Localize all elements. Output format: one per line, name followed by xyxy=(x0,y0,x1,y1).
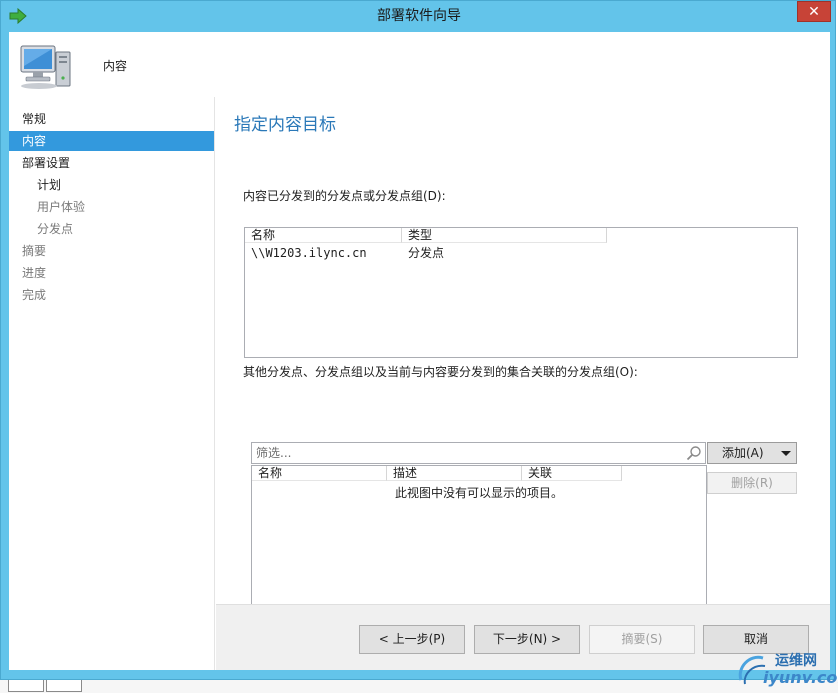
wizard-header: 内容 xyxy=(9,32,830,97)
summary-button[interactable]: 摘要(S) xyxy=(589,625,695,654)
filter-input[interactable] xyxy=(252,443,685,463)
watermark-logo: 运维网 iyunv.com xyxy=(735,648,838,692)
list-header: 名称 类型 xyxy=(245,228,797,244)
sidebar-item-completion[interactable]: 完成 xyxy=(9,285,214,305)
empty-list-message: 此视图中没有可以显示的项目。 xyxy=(394,486,563,500)
column-header-type[interactable]: 类型 xyxy=(402,228,607,243)
search-icon[interactable] xyxy=(686,445,702,461)
wizard-main: 指定内容目标 内容已分发到的分发点或分发点组(D): 名称 类型 \\W1203… xyxy=(216,97,830,605)
sidebar-item-schedule[interactable]: 计划 xyxy=(9,175,214,195)
page-title: 指定内容目标 xyxy=(234,115,336,135)
row-name-cell[interactable]: \\W1203.ilync.cn xyxy=(251,245,367,261)
add-button[interactable]: 添加(A) xyxy=(707,442,797,464)
taskbar-tab[interactable] xyxy=(8,680,44,692)
wizard-client: 内容 常规 内容 部署设置 计划 用户体验 分发点 摘要 进度 完成 指定内容目… xyxy=(9,32,830,670)
distributed-label: 内容已分发到的分发点或分发点组(D): xyxy=(243,189,446,203)
filter-box[interactable] xyxy=(251,442,706,464)
window-title: 部署软件向导 xyxy=(377,8,461,24)
previous-button[interactable]: < 上一步(P) xyxy=(359,625,465,654)
remove-button[interactable]: 删除(R) xyxy=(707,472,797,494)
header-title: 内容 xyxy=(103,59,128,73)
column-header-association[interactable]: 关联 xyxy=(522,466,622,481)
column-header-description[interactable]: 描述 xyxy=(387,466,522,481)
row-type-cell[interactable]: 分发点 xyxy=(408,245,444,261)
sidebar-item-user-experience[interactable]: 用户体验 xyxy=(9,197,214,217)
chevron-down-icon xyxy=(781,451,791,456)
sidebar-item-progress[interactable]: 进度 xyxy=(9,263,214,283)
next-button[interactable]: 下一步(N) > xyxy=(474,625,580,654)
sidebar-item-summary[interactable]: 摘要 xyxy=(9,241,214,261)
watermark-en: iyunv.com xyxy=(763,668,838,687)
sidebar-item-content[interactable]: 内容 xyxy=(9,131,214,151)
sidebar-item-general[interactable]: 常规 xyxy=(9,109,214,129)
computer-icon xyxy=(20,45,71,89)
sidebar-item-deployment-settings[interactable]: 部署设置 xyxy=(9,153,214,173)
wizard-window: 部署软件向导 ✕ 内容 常规 内容 部署设置 计划 用户体验 分发点 摘要 进度… xyxy=(0,0,836,680)
other-label: 其他分发点、分发点组以及当前与内容要分发到的集合关联的分发点组(O): xyxy=(243,365,638,379)
add-button-label: 添加(A) xyxy=(722,446,764,460)
column-header-name[interactable]: 名称 xyxy=(252,466,387,481)
distributed-list[interactable]: 名称 类型 \\W1203.ilync.cn 分发点 xyxy=(244,227,798,358)
close-button[interactable]: ✕ xyxy=(797,1,831,22)
watermark-cn: 运维网 xyxy=(775,653,817,669)
other-list[interactable]: 名称 描述 关联 此视图中没有可以显示的项目。 xyxy=(251,465,707,605)
column-header-name[interactable]: 名称 xyxy=(245,228,402,243)
sidebar-item-distribution-points[interactable]: 分发点 xyxy=(9,219,214,239)
list-header: 名称 描述 关联 xyxy=(252,466,706,482)
wizard-sidebar: 常规 内容 部署设置 计划 用户体验 分发点 摘要 进度 完成 xyxy=(9,97,215,670)
taskbar-tab[interactable] xyxy=(46,680,82,692)
title-bar[interactable]: 部署软件向导 ✕ xyxy=(1,1,837,32)
taskbar-strip xyxy=(0,680,838,693)
